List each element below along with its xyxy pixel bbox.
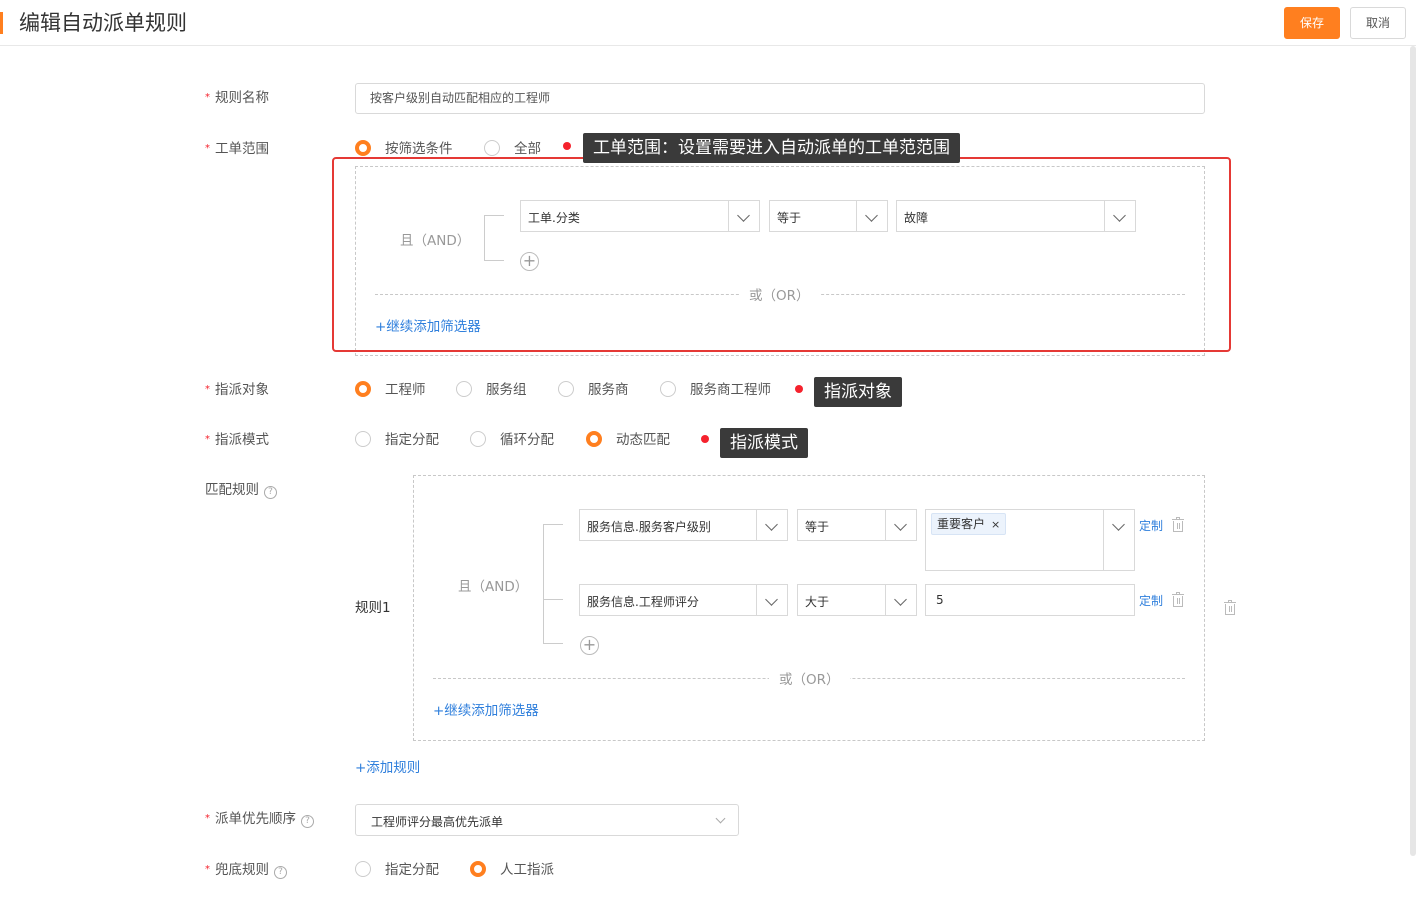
rule-cond1-custom-link[interactable]: 定制 <box>1139 517 1163 534</box>
radio-unchecked-icon <box>470 431 486 447</box>
scope-label: * 工单范围 <box>205 141 269 157</box>
add-condition-plus-icon[interactable]: + <box>580 636 599 655</box>
mode-radio-round-robin[interactable]: 循环分配 <box>470 430 554 450</box>
rule-cond1-operator-select[interactable]: 等于 <box>797 509 917 541</box>
chevron-down-icon <box>756 585 787 615</box>
target-annotation-callout: 指派对象 <box>814 377 902 407</box>
assign-mode-label: * 指派模式 <box>205 432 269 448</box>
mode-radio-assigned[interactable]: 指定分配 <box>355 430 439 450</box>
priority-label: * 派单优先顺序? <box>205 809 314 829</box>
rule-cond1-field-select[interactable]: 服务信息.服务客户级别 <box>579 509 788 541</box>
help-icon[interactable]: ? <box>264 486 277 499</box>
annotation-dot <box>795 385 803 393</box>
target-radio-provider[interactable]: 服务商 <box>558 380 629 400</box>
value-tag-important-customer: 重要客户 × <box>931 513 1007 535</box>
required-mark: * <box>205 434 210 445</box>
rule-and-bracket <box>543 524 563 644</box>
mode-radio-dynamic[interactable]: 动态匹配 <box>586 430 670 450</box>
required-mark: * <box>205 864 210 875</box>
rule-1-label: 规则1 <box>355 600 391 616</box>
match-rules-label: 匹配规则? <box>205 480 277 500</box>
radio-unchecked-icon <box>355 431 371 447</box>
required-mark: * <box>205 384 210 395</box>
save-button[interactable]: 保存 <box>1284 7 1340 39</box>
radio-unchecked-icon <box>558 381 574 397</box>
radio-unchecked-icon <box>355 861 371 877</box>
rule-cond1-trash-icon[interactable] <box>1172 517 1184 532</box>
scope-radio-filter[interactable]: 按筛选条件 <box>355 139 453 159</box>
rule-cond2-value-input[interactable]: 5 <box>925 584 1135 616</box>
page-header: 编辑自动派单规则 保存 取消 <box>0 0 1416 46</box>
page-title: 编辑自动派单规则 <box>19 11 187 35</box>
annotation-dot <box>701 435 709 443</box>
page-scrollbar[interactable] <box>1410 46 1416 856</box>
add-rule-link[interactable]: +添加规则 <box>355 756 420 776</box>
annotation-highlight-box <box>332 157 1231 352</box>
rule-1-trash-icon[interactable] <box>1224 600 1236 615</box>
rule-cond2-custom-link[interactable]: 定制 <box>1139 592 1163 609</box>
radio-unchecked-icon <box>484 140 500 156</box>
chevron-down-icon <box>885 585 916 615</box>
rule-cond2-trash-icon[interactable] <box>1172 592 1184 607</box>
chevron-down-icon <box>756 510 787 540</box>
target-radio-service-group[interactable]: 服务组 <box>456 380 527 400</box>
annotation-dot <box>563 142 571 150</box>
fallback-label: * 兜底规则? <box>205 860 287 880</box>
radio-unchecked-icon <box>660 381 676 397</box>
target-radio-engineer[interactable]: 工程师 <box>355 380 426 400</box>
rule-and-label: 且（AND） <box>458 579 529 595</box>
mode-annotation-callout: 指派模式 <box>720 428 808 458</box>
tag-close-icon[interactable]: × <box>991 518 1000 531</box>
rule-or-label: 或（OR） <box>769 668 850 688</box>
rule-cond2-operator-select[interactable]: 大于 <box>797 584 917 616</box>
required-mark: * <box>205 143 210 154</box>
fallback-radio-manual[interactable]: 人工指派 <box>470 860 554 880</box>
radio-checked-icon <box>355 140 371 156</box>
fallback-radio-assigned[interactable]: 指定分配 <box>355 860 439 880</box>
scope-radio-all[interactable]: 全部 <box>484 139 541 159</box>
required-mark: * <box>205 92 210 103</box>
rule-add-filter-link[interactable]: +继续添加筛选器 <box>433 699 539 719</box>
priority-select[interactable]: 工程师评分最高优先派单 <box>355 804 739 836</box>
radio-checked-icon <box>470 861 486 877</box>
rule-name-label: * 规则名称 <box>205 90 269 106</box>
title-accent-bar <box>0 12 3 34</box>
scope-annotation-callout: 工单范围：设置需要进入自动派单的工单范范围 <box>583 133 960 163</box>
help-icon[interactable]: ? <box>301 815 314 828</box>
required-mark: * <box>205 813 210 824</box>
rule-name-input[interactable]: 按客户级别自动匹配相应的工程师 <box>355 83 1205 114</box>
radio-checked-icon <box>355 381 371 397</box>
chevron-down-icon <box>1103 510 1134 570</box>
rule-cond2-field-select[interactable]: 服务信息.工程师评分 <box>579 584 788 616</box>
chevron-down-icon <box>885 510 916 540</box>
help-icon[interactable]: ? <box>274 866 287 879</box>
target-radio-provider-engineer[interactable]: 服务商工程师 <box>660 380 771 400</box>
radio-unchecked-icon <box>456 381 472 397</box>
rule-and-bracket-tick <box>543 599 563 600</box>
chevron-down-icon <box>715 813 726 824</box>
cancel-button[interactable]: 取消 <box>1350 7 1406 39</box>
assign-target-label: * 指派对象 <box>205 382 269 398</box>
radio-checked-icon <box>586 431 602 447</box>
